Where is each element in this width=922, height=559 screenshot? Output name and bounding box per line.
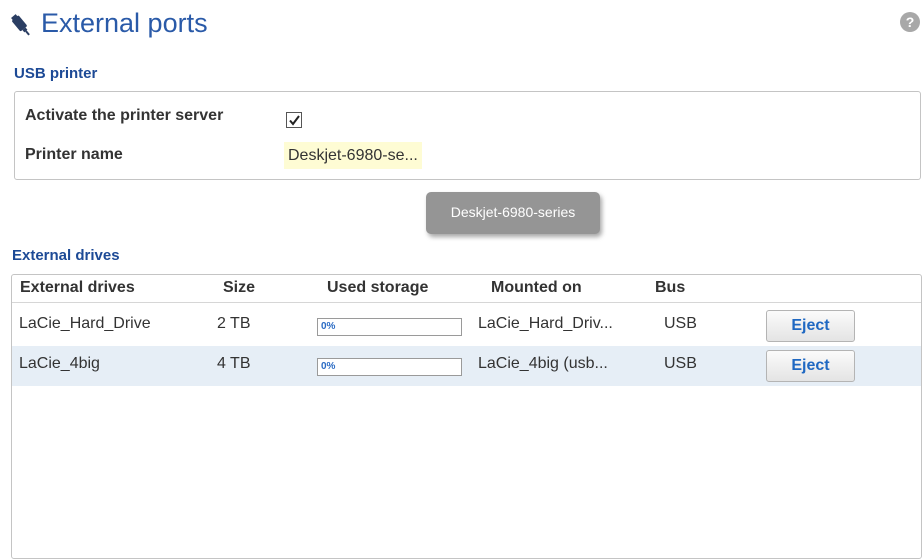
table-row[interactable]: LaCie_Hard_Drive 2 TB 0% LaCie_Hard_Driv… — [12, 306, 921, 346]
drive-name: LaCie_4big — [19, 355, 100, 372]
column-header-bus[interactable]: Bus — [655, 279, 685, 297]
drive-bus: USB — [664, 355, 697, 372]
drive-size: 4 TB — [217, 355, 251, 372]
eject-button[interactable]: Eject — [766, 310, 855, 342]
table-header: External drives Size Used storage Mounte… — [12, 275, 921, 303]
printer-name-tooltip: Deskjet-6980-series — [426, 192, 600, 234]
usb-plug-icon — [8, 13, 34, 39]
external-drives-heading: External drives — [12, 247, 120, 264]
printer-name-label: Printer name — [25, 146, 123, 163]
column-header-used-storage[interactable]: Used storage — [327, 279, 428, 297]
printer-name-field[interactable]: Deskjet-6980-se... — [284, 142, 422, 169]
column-header-mounted-on[interactable]: Mounted on — [491, 279, 582, 297]
question-mark-icon[interactable]: ? — [900, 12, 920, 32]
drive-size: 2 TB — [217, 315, 251, 332]
checkmark-icon — [289, 115, 300, 126]
column-header-size[interactable]: Size — [223, 279, 255, 297]
used-storage-percent: 0% — [321, 321, 336, 332]
used-storage-percent: 0% — [321, 361, 336, 372]
activate-printer-server-checkbox[interactable] — [286, 112, 302, 128]
table-row[interactable]: LaCie_4big 4 TB 0% LaCie_4big (usb... US… — [12, 346, 921, 386]
used-storage-bar: 0% — [317, 358, 462, 376]
column-header-drive[interactable]: External drives — [20, 279, 135, 297]
mounted-on: LaCie_Hard_Driv... — [478, 315, 613, 332]
eject-button[interactable]: Eject — [766, 350, 855, 382]
drive-bus: USB — [664, 315, 697, 332]
page-title: External ports — [41, 8, 208, 38]
usb-printer-heading: USB printer — [14, 65, 98, 82]
external-drives-table: External drives Size Used storage Mounte… — [11, 274, 922, 559]
mounted-on: LaCie_4big (usb... — [478, 355, 608, 372]
page-header: External ports ? — [8, 6, 920, 42]
usb-printer-panel: Activate the printer server Printer name… — [14, 91, 921, 180]
activate-printer-server-label: Activate the printer server — [25, 107, 224, 124]
drive-name: LaCie_Hard_Drive — [19, 315, 151, 332]
used-storage-bar: 0% — [317, 318, 462, 336]
